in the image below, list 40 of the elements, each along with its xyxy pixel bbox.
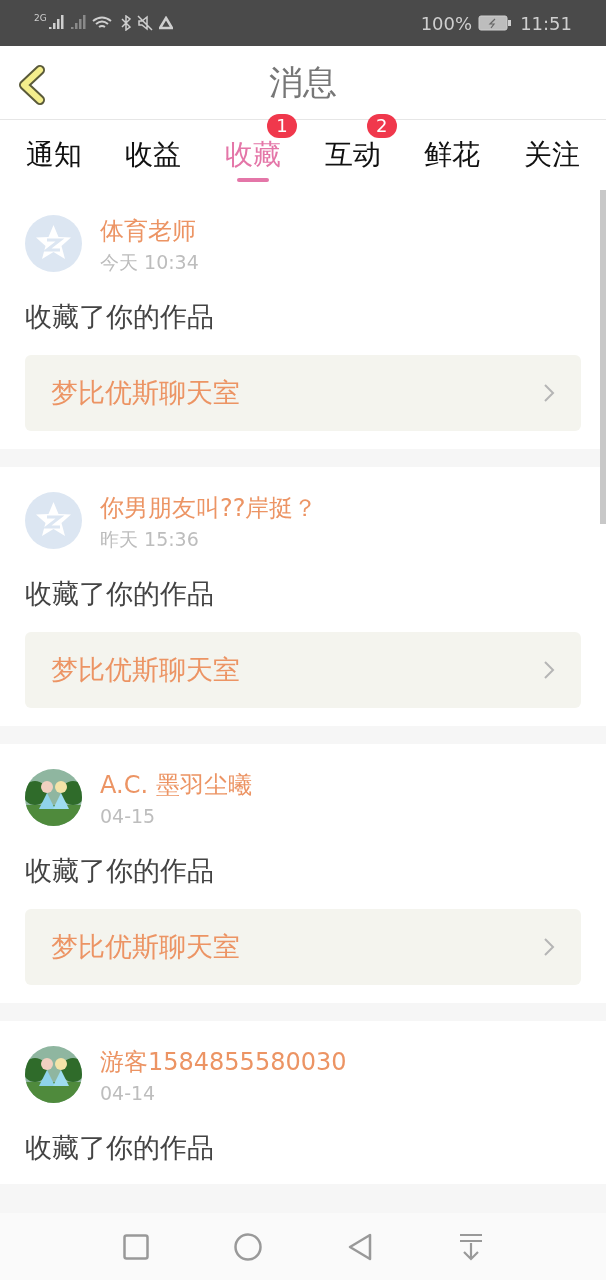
user-name[interactable]: 体育老师 [100, 215, 199, 247]
battery-icon [478, 15, 513, 31]
message-time: 昨天 15:36 [100, 527, 200, 552]
message-text: 收藏了你的作品 [25, 577, 215, 611]
square-icon[interactable] [122, 1233, 149, 1260]
message-text: 收藏了你的作品 [25, 300, 215, 334]
bluetooth-icon [120, 15, 131, 31]
user-name[interactable]: A.C. 墨羽尘曦 [100, 769, 252, 801]
badge: 1 [267, 114, 297, 138]
tab[interactable]: 互动 [324, 135, 381, 175]
clock: 11:51 [520, 11, 572, 36]
tab-underline [237, 178, 270, 182]
tab[interactable]: 收藏 [225, 135, 282, 175]
tab[interactable]: 关注 [524, 135, 581, 175]
work-link[interactable]: 梦比优斯聊天室 [25, 632, 581, 708]
message-time: 今天 10:34 [100, 250, 199, 275]
message-text: 收藏了你的作品 [25, 854, 215, 888]
back-triangle-icon[interactable] [346, 1232, 373, 1261]
chevron-right-icon [543, 383, 555, 403]
badge: 2 [366, 114, 397, 138]
user-name[interactable]: 你男朋友叫??岸挺？ [100, 492, 318, 524]
battery-percent: 100% [420, 11, 473, 36]
message-time: 04-14 [100, 1081, 157, 1106]
network-label: 2G [34, 12, 47, 25]
page-title: 消息 [269, 61, 337, 104]
back-button[interactable] [16, 64, 48, 106]
work-link[interactable]: 梦比优斯聊天室 [25, 355, 581, 431]
pull-down-icon[interactable] [457, 1232, 484, 1261]
home-icon[interactable] [233, 1232, 262, 1261]
work-link[interactable]: 梦比优斯聊天室 [25, 909, 581, 985]
tab[interactable]: 收益 [125, 135, 182, 175]
tab[interactable]: 鲜花 [424, 135, 481, 175]
message-time: 04-15 [100, 804, 157, 829]
mute-icon [136, 15, 153, 31]
tab[interactable]: 通知 [25, 135, 82, 175]
message-text: 收藏了你的作品 [25, 1131, 215, 1165]
chevron-right-icon [543, 937, 555, 957]
chevron-right-icon [543, 660, 555, 680]
triangle-icon [158, 16, 173, 30]
user-name[interactable]: 游客1584855580030 [100, 1046, 347, 1078]
